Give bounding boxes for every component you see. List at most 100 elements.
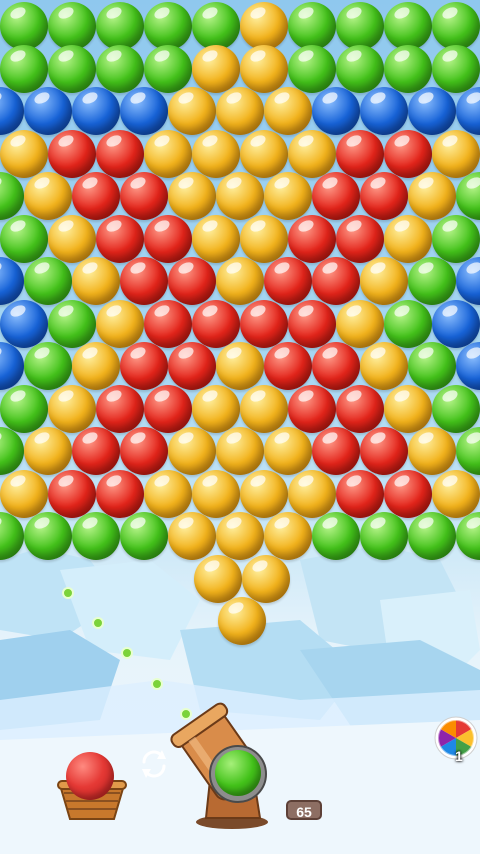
green-bubble: [24, 342, 72, 390]
game-scene[interactable]: 65 1: [0, 0, 480, 854]
blue-bubble: [432, 299, 480, 348]
red-bubble: [336, 384, 384, 433]
yellow-bubble: [192, 384, 240, 433]
yellow-bubble: [336, 299, 384, 348]
green-bubble: [0, 384, 48, 433]
green-bubble: [384, 2, 432, 50]
red-bubble: [240, 299, 288, 348]
yellow-bubble: [240, 214, 288, 263]
yellow-bubble: [264, 427, 312, 475]
blue-bubble: [456, 342, 480, 390]
yellow-bubble: [240, 384, 288, 433]
green-bubble: [432, 44, 480, 93]
red-bubble: [360, 427, 408, 475]
red-bubble: [312, 342, 360, 390]
yellow-bubble: [240, 469, 288, 518]
red-bubble: [312, 427, 360, 475]
yellow-bubble: [194, 554, 242, 603]
blue-bubble: [456, 87, 480, 135]
aim-dot: [62, 587, 74, 599]
green-bubble: [24, 257, 72, 305]
red-bubble: [312, 257, 360, 305]
green-bubble: [0, 172, 24, 220]
yellow-bubble: [216, 172, 264, 220]
green-bubble: [288, 2, 336, 50]
red-bubble: [96, 129, 144, 178]
yellow-bubble: [288, 469, 336, 518]
yellow-bubble: [432, 469, 480, 518]
red-bubble: [144, 384, 192, 433]
red-bubble: [144, 299, 192, 348]
red-bubble: [384, 129, 432, 178]
yellow-bubble: [24, 427, 72, 475]
green-bubble: [384, 299, 432, 348]
yellow-bubble: [264, 87, 312, 135]
green-bubble: [0, 44, 48, 93]
green-bubble: [48, 299, 96, 348]
yellow-bubble: [96, 299, 144, 348]
yellow-bubble: [264, 172, 312, 220]
swap-icon[interactable]: [136, 746, 172, 782]
red-bubble: [192, 299, 240, 348]
blue-bubble: [456, 257, 480, 305]
red-bubble: [264, 342, 312, 390]
green-bubble: [432, 2, 480, 50]
next-ball[interactable]: [66, 752, 114, 800]
yellow-bubble: [264, 512, 312, 560]
green-bubble: [312, 512, 360, 560]
green-bubble: [192, 2, 240, 50]
red-bubble: [168, 257, 216, 305]
yellow-bubble: [0, 129, 48, 178]
blue-bubble: [312, 87, 360, 135]
red-bubble: [96, 214, 144, 263]
green-bubble: [432, 384, 480, 433]
green-bubble: [456, 512, 480, 560]
blue-bubble: [72, 87, 120, 135]
yellow-bubble: [192, 129, 240, 178]
red-bubble: [120, 172, 168, 220]
red-bubble: [360, 172, 408, 220]
blue-bubble: [408, 87, 456, 135]
green-bubble: [120, 512, 168, 560]
blue-bubble: [0, 342, 24, 390]
red-bubble: [384, 469, 432, 518]
yellow-bubble: [216, 427, 264, 475]
red-bubble: [336, 129, 384, 178]
yellow-bubble: [432, 129, 480, 178]
yellow-bubble: [384, 214, 432, 263]
red-bubble: [168, 342, 216, 390]
yellow-bubble: [216, 342, 264, 390]
yellow-bubble: [384, 384, 432, 433]
yellow-bubble: [144, 129, 192, 178]
green-bubble: [96, 44, 144, 93]
powerup-count: 1: [455, 748, 463, 764]
blue-bubble: [24, 87, 72, 135]
green-bubble: [0, 512, 24, 560]
aim-dot: [151, 678, 163, 690]
yellow-bubble: [240, 2, 288, 50]
yellow-bubble: [360, 342, 408, 390]
red-bubble: [120, 257, 168, 305]
yellow-bubble: [216, 87, 264, 135]
yellow-bubble: [192, 469, 240, 518]
green-bubble: [336, 44, 384, 93]
red-bubble: [96, 469, 144, 518]
blue-bubble: [0, 87, 24, 135]
yellow-bubble: [168, 512, 216, 560]
green-bubble: [408, 257, 456, 305]
yellow-bubble: [288, 129, 336, 178]
aim-dot: [92, 617, 104, 629]
yellow-bubble: [192, 44, 240, 93]
green-bubble: [0, 427, 24, 475]
yellow-bubble: [72, 257, 120, 305]
yellow-bubble: [242, 554, 290, 603]
red-bubble: [120, 427, 168, 475]
blue-bubble: [0, 257, 24, 305]
yellow-bubble: [48, 214, 96, 263]
green-bubble: [288, 44, 336, 93]
green-bubble: [24, 512, 72, 560]
green-bubble: [72, 512, 120, 560]
red-bubble: [144, 214, 192, 263]
green-bubble: [144, 2, 192, 50]
green-bubble: [432, 214, 480, 263]
